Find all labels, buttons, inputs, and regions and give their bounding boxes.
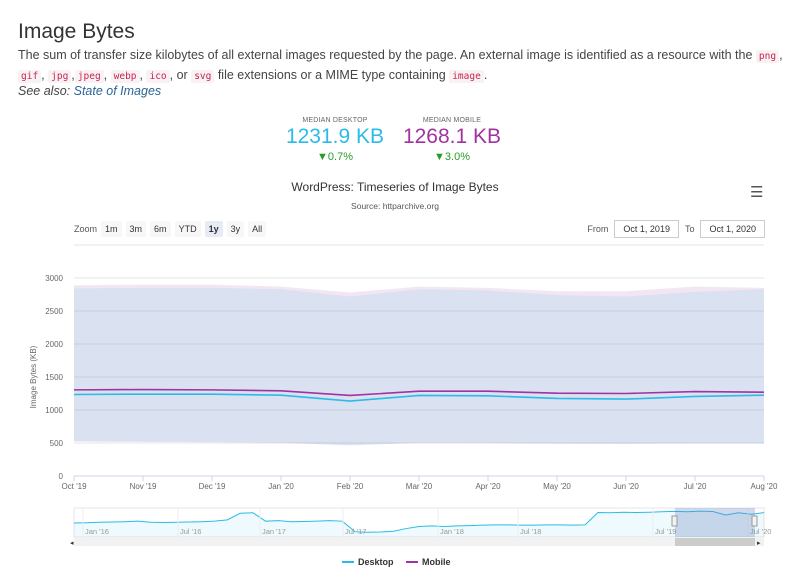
y-tick-label: 3000 bbox=[45, 274, 63, 283]
navigator-tick-label: Jul '19 bbox=[655, 527, 676, 536]
navigator-tick-label: Jan '17 bbox=[262, 527, 286, 536]
x-tick-label: Jun '20 bbox=[613, 482, 639, 491]
x-tick-label: May '20 bbox=[543, 482, 571, 491]
navigator-tick-label: Jan '18 bbox=[440, 527, 464, 536]
scroll-right-arrow[interactable]: ▸ bbox=[757, 540, 761, 547]
y-tick-label: 2500 bbox=[45, 307, 63, 316]
x-tick-label: Mar '20 bbox=[406, 482, 433, 491]
legend-item-mobile[interactable]: Mobile bbox=[422, 557, 451, 567]
scroll-left-arrow[interactable]: ◂ bbox=[70, 540, 74, 547]
x-tick-label: Nov '19 bbox=[130, 482, 157, 491]
scrollbar-track bbox=[74, 538, 764, 546]
x-tick-label: Apr '20 bbox=[475, 482, 501, 491]
y-tick-label: 1500 bbox=[45, 373, 63, 382]
navigator-handle-right bbox=[751, 515, 758, 527]
y-tick-label: 1000 bbox=[45, 406, 63, 415]
x-tick-label: Jul '20 bbox=[684, 482, 707, 491]
y-tick-label: 500 bbox=[50, 439, 64, 448]
navigator-handle-left bbox=[671, 515, 678, 527]
chart-svg: 0 500 1000 1500 2000 2500 3000 Image Bytes (KB)… bbox=[29, 244, 778, 567]
y-axis-label: Image Bytes (KB) bbox=[29, 345, 38, 408]
x-tick-label: Oct '19 bbox=[61, 482, 87, 491]
x-tick-label: Aug '20 bbox=[751, 482, 778, 491]
scrollbar-thumb[interactable] bbox=[675, 538, 755, 546]
x-tick-label: Feb '20 bbox=[337, 482, 364, 491]
navigator-selection bbox=[675, 508, 755, 537]
y-tick-label: 0 bbox=[59, 472, 64, 481]
y-tick-label: 2000 bbox=[45, 340, 63, 349]
navigator-tick-label: Jan '16 bbox=[85, 527, 109, 536]
navigator-tick-label: Jul '17 bbox=[345, 527, 366, 536]
navigator-tick-label: Jul '16 bbox=[180, 527, 201, 536]
desktop-range-band bbox=[74, 287, 764, 446]
legend-item-desktop[interactable]: Desktop bbox=[358, 557, 394, 567]
x-tick-label: Jan '20 bbox=[268, 482, 294, 491]
navigator-tick-label: Jul '18 bbox=[520, 527, 541, 536]
x-tick-label: Dec '19 bbox=[199, 482, 226, 491]
